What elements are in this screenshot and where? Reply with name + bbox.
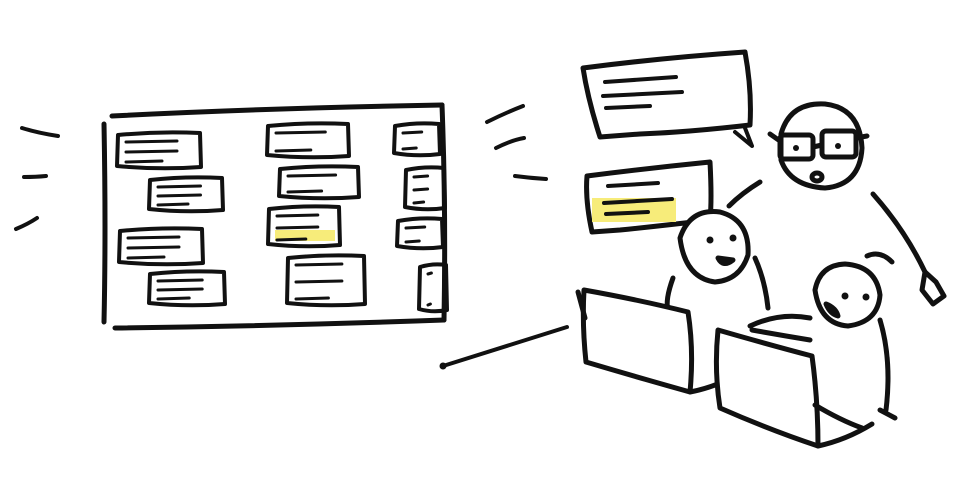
card-text-line bbox=[156, 296, 191, 301]
card-text-line bbox=[156, 202, 190, 207]
speech-bubble-top bbox=[580, 49, 754, 148]
card-text-line bbox=[275, 225, 320, 230]
card-outline bbox=[392, 121, 442, 158]
card-text-line bbox=[124, 139, 179, 144]
card-text-line bbox=[294, 296, 330, 301]
card-text-line bbox=[275, 237, 308, 242]
card-text-line bbox=[286, 189, 324, 194]
sketch-illustration bbox=[0, 0, 960, 478]
card-text-line bbox=[156, 193, 202, 198]
card-text-line bbox=[404, 225, 427, 230]
board-card bbox=[403, 165, 447, 212]
board-card bbox=[395, 216, 445, 251]
card-text-line bbox=[426, 302, 432, 307]
card-text-line bbox=[294, 262, 344, 267]
sketch-svg bbox=[14, 49, 947, 449]
board-card bbox=[147, 175, 225, 214]
card-outline bbox=[277, 164, 361, 201]
board-card bbox=[265, 121, 351, 160]
card-text-line bbox=[156, 184, 202, 189]
card-text-line bbox=[126, 235, 181, 240]
pointer-line bbox=[439, 325, 569, 370]
board-card bbox=[392, 121, 442, 158]
board-card bbox=[117, 226, 205, 267]
card-text-line bbox=[294, 279, 344, 284]
card-text-line bbox=[156, 287, 204, 292]
card-text-line bbox=[426, 271, 433, 276]
motion-marks-right bbox=[485, 104, 548, 181]
card-outline bbox=[395, 216, 445, 251]
board-card bbox=[285, 253, 367, 308]
card-text-line bbox=[401, 130, 424, 135]
card-text-line bbox=[124, 149, 179, 154]
board-card bbox=[147, 269, 227, 308]
card-text-line bbox=[274, 130, 327, 135]
card-text-line bbox=[404, 239, 421, 244]
motion-marks-left bbox=[14, 126, 60, 231]
card-text-line bbox=[126, 245, 181, 250]
board-card bbox=[277, 164, 361, 201]
card-text-line bbox=[286, 173, 338, 178]
card-text-line bbox=[126, 255, 166, 260]
card-text-line bbox=[156, 278, 204, 283]
card-text-line bbox=[412, 200, 426, 205]
card-text-line bbox=[275, 213, 320, 218]
laptop-right bbox=[713, 327, 875, 449]
board-card bbox=[266, 204, 342, 249]
board-cards bbox=[115, 121, 449, 314]
card-text-line bbox=[412, 174, 430, 179]
card-text-line bbox=[412, 187, 430, 192]
card-text-line bbox=[274, 148, 313, 153]
board-card bbox=[115, 130, 203, 171]
card-text-line bbox=[124, 159, 164, 164]
laptop-left bbox=[575, 287, 741, 395]
card-text-line bbox=[401, 146, 418, 151]
